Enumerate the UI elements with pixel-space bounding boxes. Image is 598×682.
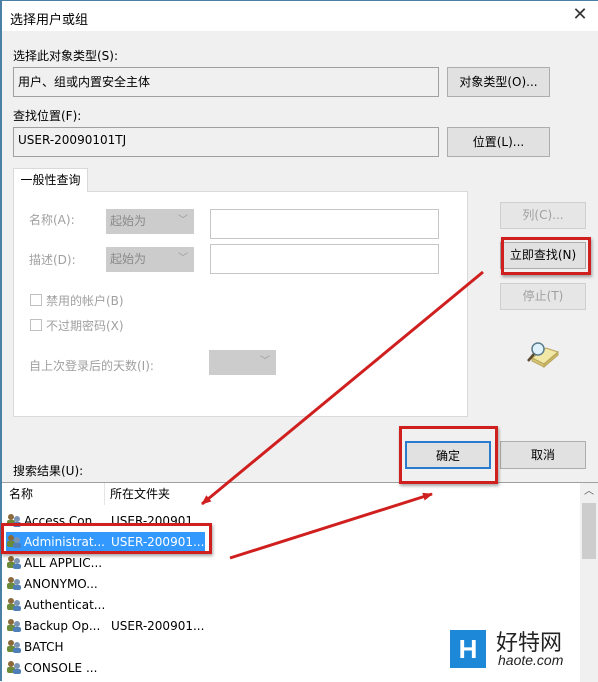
- annotation-box-administrators: [1, 523, 212, 554]
- row-folder: USER-200901...: [111, 619, 205, 633]
- title-bar: 选择用户或组 ✕: [2, 1, 598, 31]
- columns-button[interactable]: 列(C)...: [500, 202, 586, 229]
- name-mode-select[interactable]: 起始为 ﹀: [106, 209, 194, 234]
- column-header-folder[interactable]: 所在文件夹: [110, 483, 170, 505]
- description-mode-select[interactable]: 起始为 ﹀: [106, 247, 194, 272]
- column-separator[interactable]: [104, 483, 105, 505]
- common-queries-panel: 名称(A): 起始为 ﹀ 描述(D): 起始为 ﹀ 禁用的帐户(B) 不过期密码…: [13, 191, 468, 417]
- description-input[interactable]: [210, 244, 439, 274]
- cancel-button[interactable]: 取消: [500, 441, 586, 469]
- row-name: ALL APPLIC...: [24, 556, 103, 570]
- row-name: Backup Op...: [24, 619, 101, 633]
- annotation-box-ok: [399, 426, 498, 484]
- row-name: CONSOLE ...: [24, 661, 98, 675]
- object-type-label: 选择此对象类型(S):: [13, 49, 119, 63]
- group-icon: [6, 596, 22, 612]
- name-input[interactable]: [210, 209, 439, 239]
- watermark-logo: H: [450, 630, 486, 668]
- stop-button[interactable]: 停止(T): [500, 283, 586, 310]
- table-row[interactable]: Backup Op... USER-200901...: [6, 616, 204, 636]
- watermark-en: haote.com: [498, 652, 564, 668]
- group-icon: [6, 617, 22, 633]
- chevron-down-icon: ﹀: [178, 253, 188, 264]
- table-row[interactable]: ALL APPLIC...: [6, 553, 102, 573]
- location-field: USER-20090101TJ: [13, 127, 439, 157]
- chevron-down-icon: ﹀: [260, 356, 270, 367]
- description-mode-value: 起始为: [110, 252, 147, 266]
- table-row[interactable]: BATCH: [6, 637, 64, 657]
- vertical-scrollbar[interactable]: ︿: [580, 483, 598, 682]
- group-icon: [6, 638, 22, 654]
- table-row[interactable]: Authenticat...: [6, 595, 105, 615]
- row-name: ANONYMO...: [24, 577, 98, 591]
- row-name: Authenticat...: [24, 598, 106, 612]
- disabled-accounts-label: 禁用的帐户(B): [46, 294, 124, 308]
- scroll-up-icon[interactable]: ︿: [580, 483, 598, 501]
- object-type-field: 用户、组或内置安全主体: [13, 67, 439, 97]
- non-expiring-password-label: 不过期密码(X): [46, 319, 124, 333]
- group-icon: [6, 659, 22, 675]
- search-directory-icon: [527, 342, 559, 368]
- non-expiring-password-checkbox[interactable]: [30, 319, 42, 331]
- table-row[interactable]: CONSOLE ...: [6, 658, 97, 678]
- search-results-label: 搜索结果(U):: [13, 464, 84, 478]
- group-icon: [6, 575, 22, 591]
- annotation-box-find-now: [501, 237, 591, 275]
- chevron-down-icon: ﹀: [178, 215, 188, 226]
- name-label: 名称(A):: [29, 213, 75, 227]
- close-icon[interactable]: ✕: [570, 5, 590, 25]
- locations-button[interactable]: 位置(L)...: [447, 127, 550, 157]
- group-icon: [6, 554, 22, 570]
- row-name: BATCH: [24, 640, 64, 654]
- days-since-login-label: 自上次登录后的天数(I):: [29, 359, 154, 373]
- location-label: 查找位置(F):: [13, 109, 82, 123]
- disabled-accounts-checkbox[interactable]: [30, 294, 42, 306]
- tab-common-queries[interactable]: 一般性查询: [13, 168, 88, 192]
- window-title: 选择用户或组: [10, 13, 89, 28]
- object-types-button[interactable]: 对象类型(O)...: [447, 67, 550, 97]
- days-since-login-select[interactable]: ﹀: [209, 350, 276, 375]
- description-label: 描述(D):: [29, 253, 76, 267]
- name-mode-value: 起始为: [110, 214, 147, 228]
- table-row[interactable]: ANONYMO...: [6, 574, 98, 594]
- column-header-name[interactable]: 名称: [9, 483, 33, 505]
- scroll-thumb[interactable]: [582, 503, 596, 559]
